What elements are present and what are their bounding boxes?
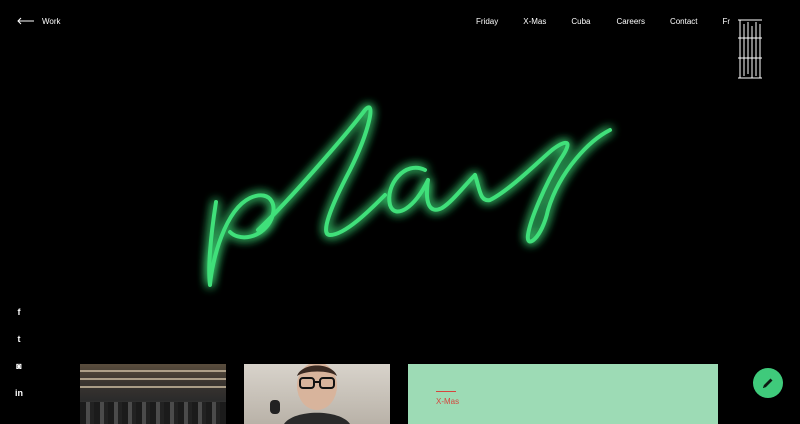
background-figure [270, 400, 280, 414]
brand-logo[interactable] [736, 18, 764, 80]
language-switch[interactable]: Fr [723, 17, 731, 26]
top-nav: Friday X-Mas Cuba Careers Contact Fr [476, 17, 730, 26]
neon-play-lettering [207, 105, 612, 287]
instagram-icon[interactable]: ◙ [14, 360, 24, 373]
nav-item-xmas[interactable]: X-Mas [523, 17, 546, 26]
pencil-icon [763, 378, 773, 388]
ceiling-stripe [80, 370, 226, 372]
nav-item-cuba[interactable]: Cuba [571, 17, 590, 26]
portrait-image [284, 364, 350, 424]
back-link[interactable]: Work [16, 16, 61, 26]
facebook-icon[interactable]: f [14, 306, 24, 319]
crowd-image [80, 402, 226, 424]
project-card-event-photo[interactable] [80, 364, 226, 424]
social-links: f t ◙ in [14, 306, 24, 400]
nav-item-friday[interactable]: Friday [476, 17, 498, 26]
back-link-label: Work [42, 16, 61, 26]
arrow-left-icon [17, 17, 34, 25]
linkedin-icon[interactable]: in [14, 387, 24, 400]
project-card-portrait[interactable] [244, 364, 390, 424]
nav-item-careers[interactable]: Careers [616, 17, 644, 26]
ceiling-stripe [80, 386, 226, 388]
nav-item-contact[interactable]: Contact [670, 17, 698, 26]
accent-line [436, 391, 456, 392]
project-card-xmas[interactable]: X-Mas [408, 364, 718, 424]
ceiling-stripe [80, 378, 226, 380]
edit-button[interactable] [753, 368, 783, 398]
card-tag: X-Mas [436, 397, 460, 406]
twitter-icon[interactable]: t [14, 333, 24, 346]
